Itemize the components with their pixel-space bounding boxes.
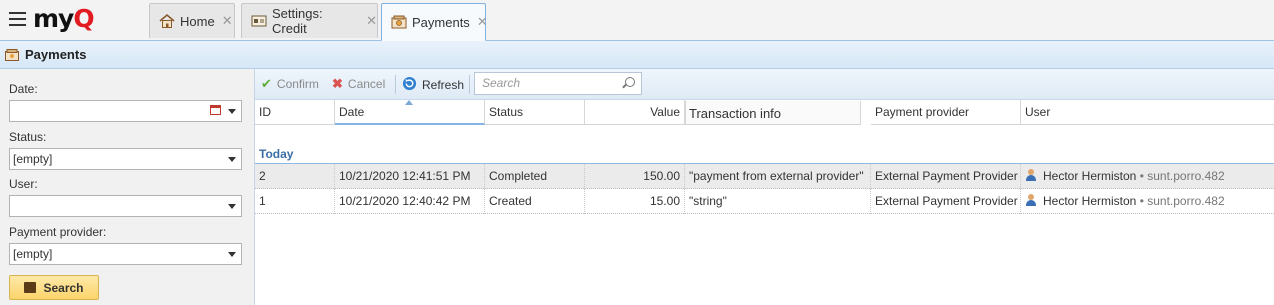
tab-payments-label: Payments [412, 14, 470, 30]
grid-search-placeholder: Search [482, 76, 521, 90]
settings-icon [251, 13, 267, 29]
column-header-user[interactable]: User [1021, 100, 1274, 125]
close-icon[interactable]: ✕ [366, 13, 377, 29]
refresh-icon [402, 76, 417, 94]
confirm-button[interactable]: ✔ Confirm [261, 76, 319, 92]
date-label: Date: [9, 82, 38, 96]
cell-date: 10/21/2020 12:41:51 PM [335, 164, 485, 189]
chevron-down-icon[interactable] [228, 252, 236, 257]
chevron-down-icon[interactable] [228, 204, 236, 209]
cancel-icon: ✖ [332, 76, 343, 91]
page-title-bar: Payments [0, 41, 1274, 69]
grid-toolbar: ✔ Confirm ✖ Cancel Refresh Search [255, 69, 1274, 100]
payment-provider-value: [empty] [13, 247, 53, 261]
user-label: User: [9, 177, 38, 191]
grid-search-input[interactable]: Search [474, 72, 642, 95]
chevron-down-icon[interactable] [228, 157, 236, 162]
confirm-label: Confirm [276, 77, 319, 91]
page-title: Payments [25, 47, 87, 62]
user-name: Hector Hermiston [1043, 169, 1137, 183]
status-label: Status: [9, 130, 47, 144]
column-header-id[interactable]: ID [255, 100, 335, 125]
payments-grid: ID Date Status Value Transaction info Pa… [255, 100, 1274, 305]
user-icon [1025, 169, 1037, 182]
cell-value: 150.00 [585, 164, 685, 189]
cell-status: Completed [485, 164, 585, 189]
payments-icon [5, 48, 19, 61]
filter-panel: Date: Status: [empty] User: Payment prov… [0, 69, 255, 305]
tab-home[interactable]: Home ✕ [149, 3, 235, 38]
cell-payment-provider: External Payment Provider [871, 189, 1021, 214]
cell-user: Hector Hermiston • sunt.porro.482 [1021, 189, 1274, 214]
user-login: • sunt.porro.482 [1139, 194, 1225, 208]
search-button-label: Search [43, 280, 84, 295]
toolbar-divider [469, 75, 470, 94]
tab-payments[interactable]: Payments ✕ [381, 3, 488, 41]
check-icon: ✔ [261, 76, 272, 91]
binoculars-icon [24, 282, 37, 293]
toolbar-divider [395, 75, 396, 94]
refresh-label: Refresh [422, 78, 465, 92]
user-select[interactable] [9, 195, 242, 217]
top-bar: myQ Home ✕ Settings: Credit ✕ Payments ✕ [0, 0, 1274, 41]
status-select[interactable]: [empty] [9, 148, 242, 170]
cell-id: 1 [255, 189, 335, 214]
status-value: [empty] [13, 152, 53, 166]
chevron-down-icon[interactable] [228, 109, 236, 114]
myq-logo: myQ [33, 4, 95, 33]
group-label: Today [259, 147, 294, 161]
column-header-payment-provider[interactable]: Payment provider [871, 100, 1021, 125]
payment-provider-label: Payment provider: [9, 225, 107, 239]
calendar-icon[interactable] [210, 105, 221, 115]
user-login: • sunt.porro.482 [1139, 169, 1225, 183]
close-icon[interactable]: ✕ [477, 14, 488, 30]
cell-date: 10/21/2020 12:40:42 PM [335, 189, 485, 214]
date-picker[interactable] [9, 100, 242, 122]
cell-status: Created [485, 189, 585, 214]
close-icon[interactable]: ✕ [222, 13, 233, 29]
cell-value: 15.00 [585, 189, 685, 214]
cell-user: Hector Hermiston • sunt.porro.482 [1021, 164, 1274, 189]
column-header-status[interactable]: Status [485, 100, 585, 125]
cell-id: 2 [255, 164, 335, 189]
column-header-transaction-info[interactable]: Transaction info [685, 101, 861, 125]
hamburger-menu-icon[interactable] [9, 12, 26, 26]
search-icon[interactable] [625, 77, 635, 87]
table-row[interactable]: 2 10/21/2020 12:41:51 PM Completed 150.0… [255, 164, 1274, 189]
home-icon [159, 13, 175, 29]
payment-provider-select[interactable]: [empty] [9, 243, 242, 265]
cancel-button[interactable]: ✖ Cancel [332, 76, 385, 92]
table-row[interactable]: 1 10/21/2020 12:40:42 PM Created 15.00 "… [255, 189, 1274, 214]
search-button[interactable]: Search [9, 275, 99, 300]
user-name: Hector Hermiston [1043, 194, 1137, 208]
tab-settings-credit[interactable]: Settings: Credit ✕ [241, 3, 378, 38]
refresh-button[interactable]: Refresh [402, 76, 464, 94]
tab-home-label: Home [180, 13, 215, 29]
user-icon [1025, 194, 1037, 207]
cancel-label: Cancel [347, 77, 386, 91]
tab-settings-label: Settings: Credit [272, 6, 323, 36]
cell-transaction-info: "string" [685, 189, 871, 214]
group-header[interactable]: Today [255, 125, 1274, 164]
column-header-value[interactable]: Value [585, 100, 685, 125]
payments-icon [391, 14, 407, 30]
sort-ascending-icon [405, 100, 413, 105]
cell-transaction-info: "payment from external provider" [685, 164, 871, 189]
cell-payment-provider: External Payment Provider [871, 164, 1021, 189]
